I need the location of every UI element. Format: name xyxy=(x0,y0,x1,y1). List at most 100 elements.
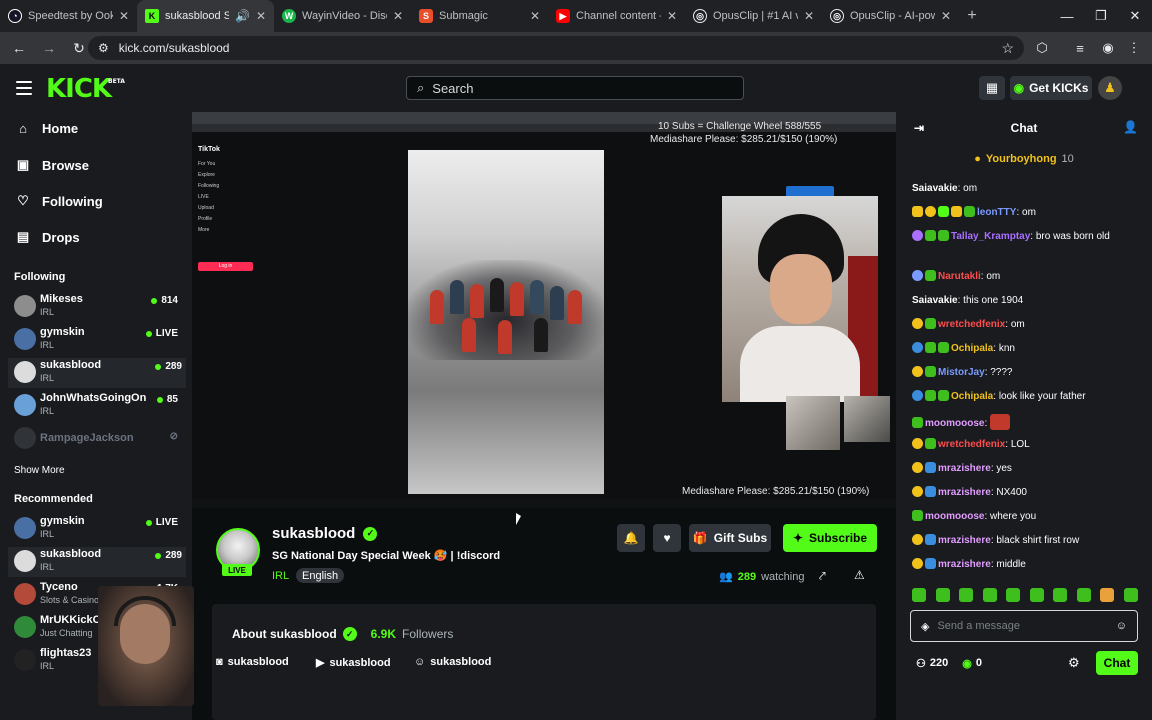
browser-tab[interactable]: ◎ OpusClip | #1 AI vide ✕ xyxy=(685,0,822,32)
chat-username[interactable]: Ochipala xyxy=(951,391,993,402)
person xyxy=(568,290,582,324)
browser-tab[interactable]: S Submagic ✕ xyxy=(411,0,548,32)
sidebar-rec-gymskin[interactable]: gymskin IRL LIVE xyxy=(12,514,182,544)
browser-tab[interactable]: W WayinVideo - Discov ✕ xyxy=(274,0,411,32)
media-control-icon[interactable]: ≡ xyxy=(1068,36,1092,60)
emote-icon[interactable] xyxy=(1006,588,1021,602)
chat-username[interactable]: moomooose xyxy=(925,511,984,522)
gear-icon[interactable]: ⚙ xyxy=(1068,655,1080,671)
sidebar-channel-gymskin[interactable]: gymskin IRL LIVE xyxy=(12,325,182,355)
browser-tab[interactable]: ▶ Channel content - Yo ✕ xyxy=(548,0,685,32)
sidebar-channel-rampagejackson[interactable]: RampageJackson ⊘ xyxy=(12,424,182,454)
close-icon[interactable]: ✕ xyxy=(804,9,814,23)
back-button[interactable]: ← xyxy=(6,35,32,61)
bookmark-star-icon[interactable]: ☆ xyxy=(1001,40,1014,57)
badge-icon xyxy=(912,510,923,521)
browser-tab-active[interactable]: K sukasblood Stream 🔊 ✕ xyxy=(137,0,274,32)
category-link[interactable]: IRL xyxy=(272,570,289,582)
close-icon[interactable]: ✕ xyxy=(667,9,677,23)
social-discord[interactable]: ☺ sukasblood xyxy=(414,656,491,668)
chat-username[interactable]: leonTTY xyxy=(977,207,1016,218)
menu-icon[interactable]: ⋮ xyxy=(1122,36,1146,60)
get-kicks-button[interactable]: ◉ Get KICKs xyxy=(1010,76,1092,100)
sidebar-nav-browse[interactable]: ▣ Browse xyxy=(16,157,89,173)
chat-username[interactable]: mrazishere xyxy=(938,487,991,498)
sidebar-channel-mikeses[interactable]: Mikeses IRL 814 xyxy=(12,292,182,322)
extensions-icon[interactable]: ⬡ xyxy=(1030,36,1054,60)
social-youtube[interactable]: ▶ sukasblood xyxy=(316,656,391,670)
url-field[interactable]: ⚙ kick.com/sukasblood ☆ xyxy=(88,36,1024,60)
stream-manager-icon[interactable]: ▦ xyxy=(979,76,1005,100)
restore-icon[interactable]: ❐ xyxy=(1084,0,1118,32)
chat-username[interactable]: Ochipala xyxy=(951,343,993,354)
browser-tab[interactable]: ◔ Speedtest by Ookla ✕ xyxy=(0,0,137,32)
emote-icon[interactable] xyxy=(959,588,974,602)
report-icon[interactable]: ⚠ xyxy=(854,568,865,582)
avatar[interactable]: ♟ xyxy=(1098,76,1122,100)
chat-username[interactable]: wretchedfenix xyxy=(938,439,1005,450)
close-icon[interactable]: ✕ xyxy=(119,9,129,23)
collapse-chat-icon[interactable]: ⇥ xyxy=(914,121,924,135)
emote-icon[interactable] xyxy=(1076,588,1091,602)
profile-icon[interactable]: ◉ xyxy=(1096,36,1120,60)
share-icon[interactable]: ⤤ xyxy=(819,569,826,584)
kicks-balance[interactable]: ◉ 0 xyxy=(962,657,982,670)
close-icon[interactable]: ✕ xyxy=(941,9,951,23)
chat-username[interactable]: Tallay_Kramptay xyxy=(951,231,1030,242)
browser-tab[interactable]: ◎ OpusClip - AI-power ✕ xyxy=(822,0,959,32)
gift-subs-button[interactable]: 🎁 Gift Subs xyxy=(689,524,771,552)
kick-logo[interactable]: KICK BETA xyxy=(46,74,125,104)
chat-text: where you xyxy=(990,511,1037,522)
notification-bell-button[interactable]: 🔔 xyxy=(617,524,645,552)
menu-hamburger-icon[interactable] xyxy=(16,81,32,95)
sidebar-nav-drops[interactable]: ▤ Drops xyxy=(16,229,80,245)
site-info-icon[interactable]: ⚙ xyxy=(98,41,109,55)
forward-button[interactable]: → xyxy=(36,35,62,61)
sidebar-channel-johnwhatsgoingon[interactable]: JohnWhatsGoingOn IRL 85 xyxy=(12,391,182,421)
follow-heart-button[interactable]: ♥ xyxy=(653,524,681,552)
show-more-link[interactable]: Show More xyxy=(14,465,65,476)
close-icon[interactable]: ✕ xyxy=(256,9,266,23)
chat-username[interactable]: mrazishere xyxy=(938,463,991,474)
language-tag[interactable]: English xyxy=(296,568,345,583)
chat-username[interactable]: wretchedfenix xyxy=(938,319,1005,330)
chat-username[interactable]: Saiavakie xyxy=(912,295,958,306)
watching-label: watching xyxy=(761,570,805,583)
close-icon[interactable]: ✕ xyxy=(530,9,540,23)
sidebar-nav-following[interactable]: ♡ Following xyxy=(16,193,102,209)
close-icon[interactable]: ✕ xyxy=(393,9,403,23)
channel-points[interactable]: ⚇ 220 xyxy=(916,657,948,670)
pinned-user[interactable]: Yourboyhong xyxy=(986,153,1057,165)
avatar xyxy=(14,517,36,539)
search-input[interactable]: ⌕ Search xyxy=(406,76,744,100)
video-player[interactable]: TikTok For You Explore Following LIVE Up… xyxy=(192,112,896,508)
emote-icon[interactable] xyxy=(1123,588,1138,602)
minimize-icon[interactable]: — xyxy=(1050,0,1084,32)
channel-name[interactable]: sukasblood xyxy=(272,525,355,542)
emote-icon[interactable] xyxy=(1029,588,1044,602)
sidebar-nav-home[interactable]: ⌂ Home xyxy=(16,121,78,136)
emote-icon[interactable] xyxy=(935,588,950,602)
chat-username[interactable]: mrazishere xyxy=(938,559,991,570)
emote-icon[interactable] xyxy=(912,588,926,602)
subscribe-button[interactable]: ✦ Subscribe xyxy=(783,524,877,552)
chat-username[interactable]: mrazishere xyxy=(938,535,991,546)
send-chat-button[interactable]: Chat xyxy=(1096,651,1138,675)
emote-icon[interactable] xyxy=(1100,588,1115,602)
emote-icon[interactable] xyxy=(1053,588,1068,602)
chat-username[interactable]: moomooose xyxy=(925,418,984,429)
chat-message-input[interactable]: ◈ Send a message ☺ xyxy=(910,610,1138,642)
emote-icon[interactable] xyxy=(982,588,997,602)
sidebar-channel-sukasblood[interactable]: sukasblood IRL 289 xyxy=(8,358,186,388)
sidebar-rec-sukasblood[interactable]: sukasblood IRL 289 xyxy=(8,547,186,577)
close-window-icon[interactable]: ✕ xyxy=(1118,0,1152,32)
speaker-icon[interactable]: 🔊 xyxy=(235,9,250,23)
social-instagram[interactable]: ◙ sukasblood xyxy=(216,656,289,668)
new-tab-button[interactable]: + xyxy=(959,7,985,25)
chat-username[interactable]: Saiavakie xyxy=(912,183,958,194)
chat-users-icon[interactable]: 👤 xyxy=(1123,120,1138,134)
viewers: 85 xyxy=(166,394,178,405)
emoji-picker-icon[interactable]: ☺ xyxy=(1116,620,1127,632)
chat-username[interactable]: MistorJay xyxy=(938,367,985,378)
chat-username[interactable]: Narutakli xyxy=(938,271,981,282)
